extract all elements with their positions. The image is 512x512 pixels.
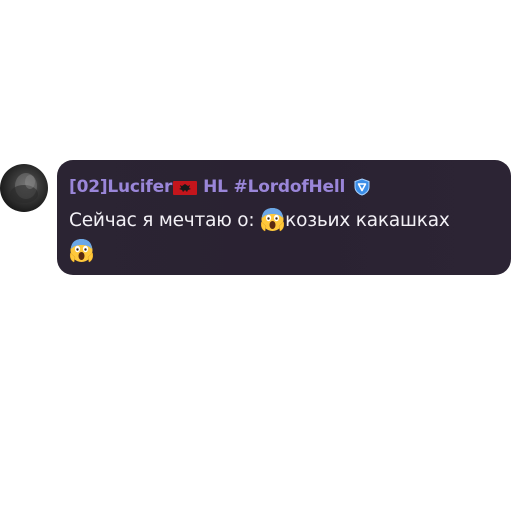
albania-flag-icon [173, 180, 198, 195]
sender-name-suffix: HL #LordofHell [203, 177, 346, 197]
sender-name[interactable]: [02]Lucifer HL #LordofHell [69, 175, 499, 199]
avatar-image [10, 173, 38, 203]
sender-name-prefix: [02]Lucifer [69, 177, 173, 197]
screaming-face-emoji-icon [69, 238, 94, 263]
screaming-face-emoji-icon [260, 207, 285, 232]
message-text-before: Сейчас я мечтаю о: [69, 210, 261, 231]
shield-v-badge-icon [353, 178, 371, 196]
message-text: Сейчас я мечтаю о: козьих какашках [69, 205, 499, 267]
avatar[interactable] [0, 164, 48, 212]
chat-screen: [02]Lucifer HL #LordofHell Сейчас я мечт… [0, 0, 512, 512]
message-text-after: козьих какашках [285, 210, 450, 231]
message-bubble[interactable]: [02]Lucifer HL #LordofHell Сейчас я мечт… [57, 160, 511, 275]
